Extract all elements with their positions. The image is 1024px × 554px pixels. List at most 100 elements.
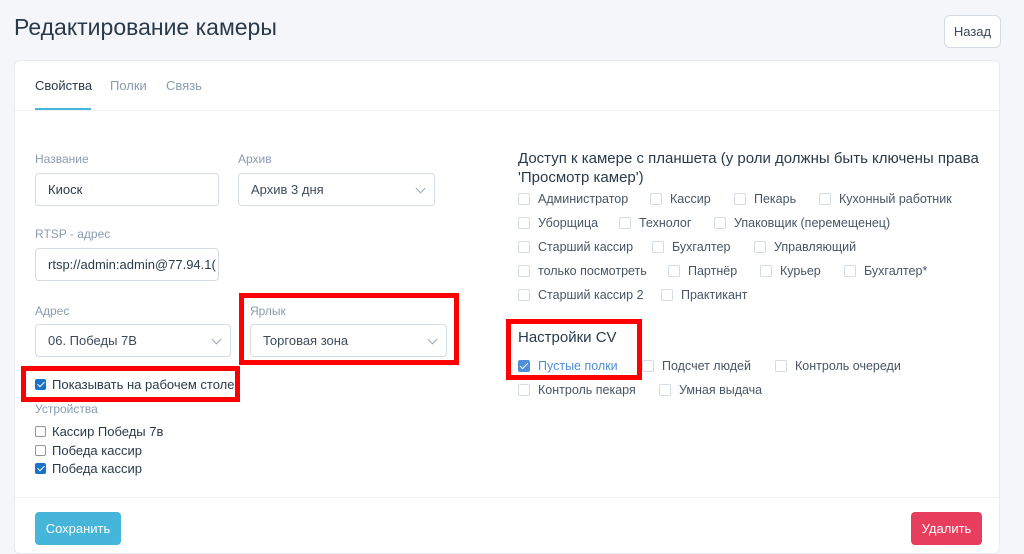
access-title: Доступ к камере с планшета (у роли должн… [518,149,979,187]
role-label: Технолог [639,216,692,230]
role-label: Бухгалтер [672,240,731,254]
role-checkbox[interactable]: Старший кассир 2 [518,288,644,302]
role-checkbox[interactable]: Бухгалтер [652,240,730,254]
devices-label: Устройства [35,402,98,416]
device-item[interactable]: Победа кассир [35,443,142,458]
role-checkbox[interactable]: Старший кассир [518,240,633,254]
highlight-box-show-desktop [21,366,240,402]
footer-divider [15,497,999,498]
checkbox-box [652,241,664,253]
cv-option-label: Умная выдача [679,383,763,397]
role-checkbox[interactable]: Управляющий [754,240,856,254]
cv-option-label: Пустые полки [538,359,618,373]
camera-edit-card: Свойства Полки Связь Название Киоск Архи… [14,60,1000,554]
rtsp-input[interactable]: rtsp://admin:admin@77.94.1( [35,248,219,281]
save-button[interactable]: Сохранить [35,512,121,545]
checkbox-box [518,265,530,277]
address-label: Адрес [35,304,70,318]
role-label: Уборщица [538,216,599,230]
checkbox-box [760,265,772,277]
checkbox-box [642,360,654,372]
role-checkbox[interactable]: Кассир [650,192,711,206]
role-checkbox[interactable]: Упаковщик (перемещенец) [714,216,890,230]
role-label: Практикант [681,288,748,302]
role-checkbox[interactable]: только посмотреть [518,264,647,278]
delete-button[interactable]: Удалить [911,512,982,545]
chevron-down-icon [211,334,222,345]
role-label: Администратор [538,192,629,206]
archive-label: Архив [238,152,272,166]
checkbox-box [518,241,530,253]
role-label: Курьер [780,264,821,278]
device-label: Кассир Победы 7в [52,424,164,439]
device-item[interactable]: Кассир Победы 7в [35,424,163,439]
cv-option-checkbox[interactable]: Умная выдача [659,383,762,397]
role-checkbox[interactable]: Кухонный работник [819,192,952,206]
active-tab-indicator [35,108,91,110]
role-label: Пекарь [754,192,797,206]
role-label: Управляющий [774,240,857,254]
role-checkbox[interactable]: Практикант [661,288,748,302]
role-label: Кассир [670,192,711,206]
name-input[interactable]: Киоск [35,173,219,206]
cv-option-label: Контроль очереди [795,359,901,373]
checkbox-box [714,217,726,229]
checkbox-box [844,265,856,277]
role-label: только посмотреть [538,264,647,278]
device-label: Победа кассир [52,461,142,476]
back-button[interactable]: Назад [944,15,1001,48]
archive-select-value: Архив 3 дня [251,182,324,197]
tab-properties[interactable]: Свойства [35,78,92,93]
role-checkbox[interactable]: Партнёр [668,264,737,278]
cv-option-checkbox[interactable]: Контроль пекаря [518,383,636,397]
address-select-value: 06. Победы 7В [48,333,137,348]
device-item[interactable]: Победа кассир [35,461,142,476]
role-label: Бухгалтер* [864,264,928,278]
device-label: Победа кассир [52,443,142,458]
role-checkbox[interactable]: Бухгалтер* [844,264,927,278]
name-label: Название [35,152,89,166]
checkbox-box [619,217,631,229]
highlight-box-shortcut [239,293,459,365]
role-checkbox[interactable]: Пекарь [734,192,796,206]
checkbox-box [734,193,746,205]
checkbox-box [819,193,831,205]
checkbox-box [754,241,766,253]
checkbox-box [35,426,46,437]
checkbox-box [518,360,530,372]
role-label: Кухонный работник [839,192,952,206]
role-checkbox[interactable]: Технолог [619,216,691,230]
role-checkbox[interactable]: Курьер [760,264,821,278]
role-label: Партнёр [688,264,738,278]
checkbox-box [518,289,530,301]
cv-option-label: Подсчет людей [662,359,751,373]
chevron-down-icon [415,183,426,194]
checkbox-box [518,217,530,229]
archive-select[interactable]: Архив 3 дня [238,173,435,206]
access-title-line: 'Просмотр камер') [518,169,644,186]
tab-bar: Свойства Полки Связь [15,61,999,111]
address-select[interactable]: 06. Победы 7В [35,324,231,357]
checkbox-box [661,289,673,301]
checkbox-box [650,193,662,205]
tab-shelves[interactable]: Полки [110,78,147,93]
page-title: Редактирование камеры [14,14,277,40]
role-checkbox[interactable]: Администратор [518,192,628,206]
access-title-line: Доступ к камере с планшета (у роли должн… [518,150,979,167]
role-checkbox[interactable]: Уборщица [518,216,598,230]
checkbox-box [775,360,787,372]
cv-option-checkbox[interactable]: Контроль очереди [775,359,901,373]
checkbox-box [35,463,46,474]
checkbox-box [518,384,530,396]
checkbox-box [668,265,680,277]
rtsp-label: RTSP - адрес [35,227,111,241]
role-label: Старший кассир [538,240,634,254]
cv-option-checkbox[interactable]: Пустые полки [518,359,618,373]
checkbox-box [659,384,671,396]
role-label: Старший кассир 2 [538,288,644,302]
checkbox-box [35,445,46,456]
role-label: Упаковщик (перемещенец) [734,216,891,230]
cv-option-label: Контроль пекаря [538,383,636,397]
tab-connection[interactable]: Связь [166,78,202,93]
cv-option-checkbox[interactable]: Подсчет людей [642,359,751,373]
